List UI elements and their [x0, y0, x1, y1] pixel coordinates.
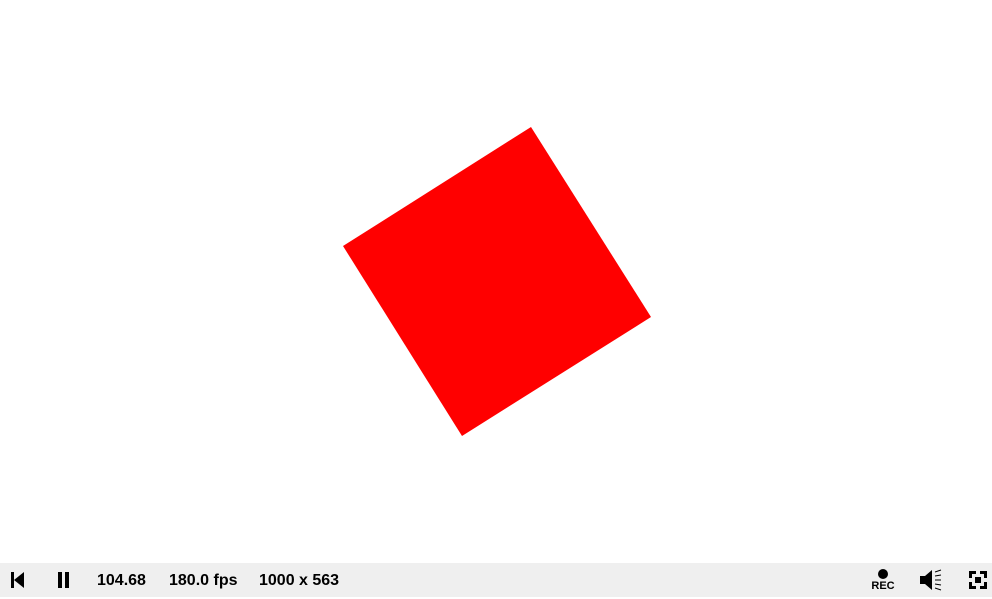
player-control-bar: 104.68 180.0 fps 1000 x 563 REC	[0, 563, 992, 597]
rotated-red-square	[343, 127, 651, 436]
record-icon	[878, 569, 888, 579]
pause-icon	[58, 572, 69, 588]
pause-button[interactable]	[52, 563, 74, 597]
record-label: REC	[871, 580, 895, 592]
record-button[interactable]: REC	[868, 567, 898, 595]
fps-readout: 180.0 fps	[169, 572, 238, 589]
canvas-svg	[343, 127, 651, 436]
rewind-button[interactable]	[6, 563, 28, 597]
skip-to-start-icon	[11, 572, 24, 588]
volume-button[interactable]	[918, 563, 944, 597]
resolution-readout: 1000 x 563	[259, 572, 340, 589]
volume-icon	[920, 569, 942, 591]
fullscreen-button[interactable]	[966, 563, 990, 597]
render-canvas[interactable]	[0, 0, 992, 563]
fullscreen-icon	[969, 571, 987, 589]
time-readout: 104.68	[97, 572, 146, 589]
